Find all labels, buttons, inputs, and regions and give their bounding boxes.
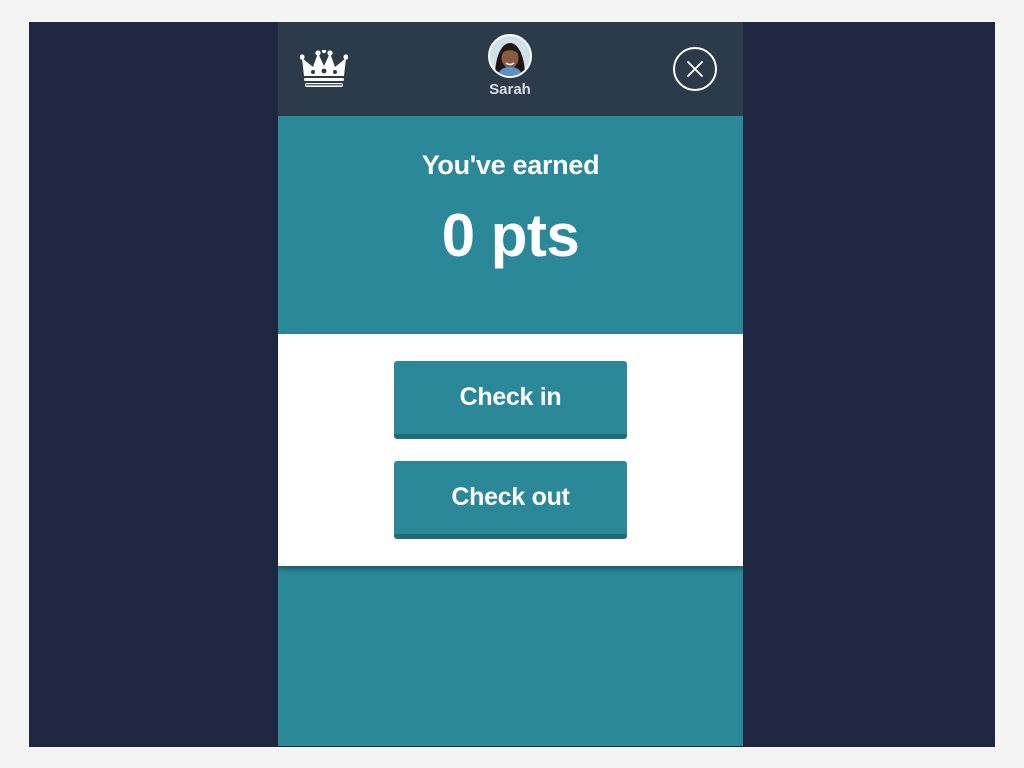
close-button[interactable]: [673, 47, 717, 91]
check-out-button[interactable]: Check out: [394, 461, 627, 539]
check-in-button[interactable]: Check in: [394, 361, 627, 439]
top-bar: Sarah: [278, 22, 743, 116]
earned-label: You've earned: [421, 150, 600, 180]
rewards-panel: Sarah You've earned 0 pts Check in Check…: [278, 22, 743, 746]
actions-card: Check in Check out: [278, 334, 743, 566]
avatar: [488, 34, 532, 78]
user-name: Sarah: [489, 81, 531, 98]
user-profile[interactable]: Sarah: [460, 34, 560, 98]
crown-icon[interactable]: [299, 48, 349, 88]
points-summary: You've earned 0 pts: [278, 116, 743, 334]
points-value: 0 pts: [441, 202, 580, 269]
close-icon: [687, 61, 703, 77]
